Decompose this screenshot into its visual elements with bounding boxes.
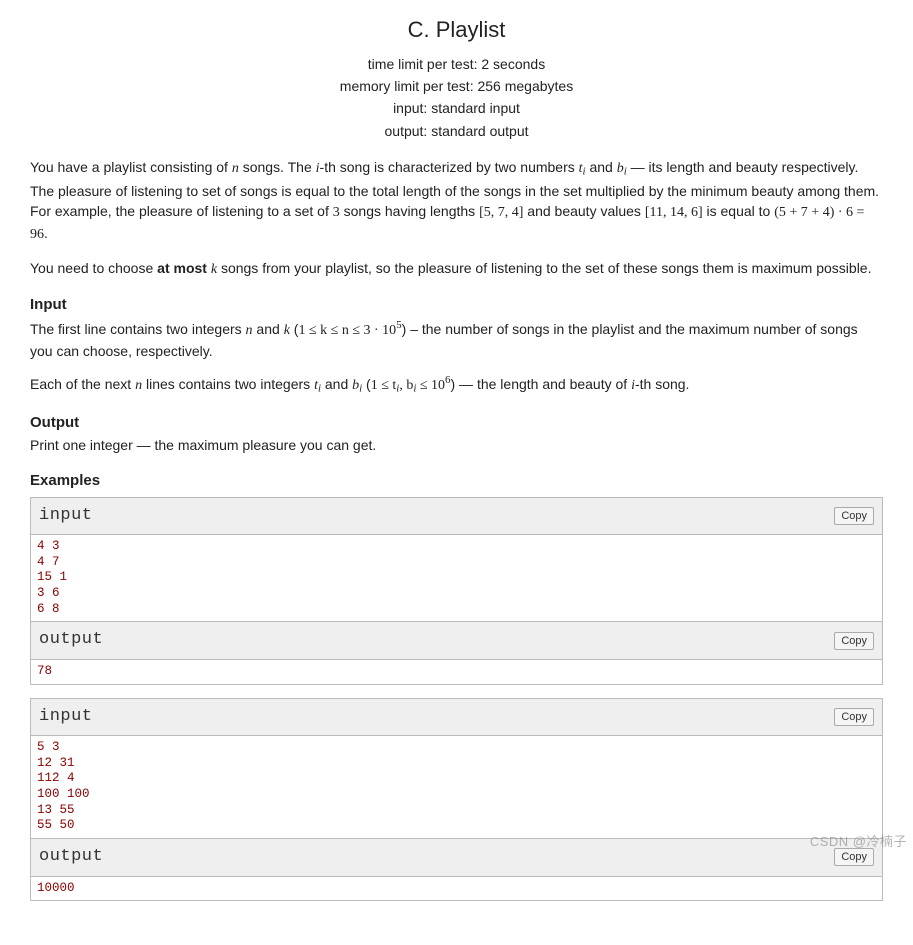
example-2: input Copy 5 3 12 31 112 4 100 100 13 55… — [30, 698, 883, 902]
example-output-content: 10000 — [31, 877, 882, 901]
input-section-title: Input — [30, 294, 883, 316]
var-ti: ti — [314, 378, 321, 393]
problem-statement: You have a playlist consisting of n song… — [30, 157, 883, 280]
var-bi: bi — [352, 378, 362, 393]
output-paragraph: Print one integer — the maximum pleasure… — [30, 435, 883, 455]
example-input-content: 4 3 4 7 15 1 3 6 6 8 — [31, 535, 882, 621]
input-label: input — [39, 705, 93, 730]
var-ti: ti — [579, 161, 586, 176]
num-3: 3 — [333, 205, 340, 220]
array-lengths: [5, 7, 4] — [479, 205, 523, 220]
copy-button[interactable]: Copy — [834, 632, 874, 650]
text: songs having lengths — [340, 203, 479, 219]
output-section-title: Output — [30, 412, 883, 434]
output-label: output — [39, 628, 103, 653]
output-file: output: standard output — [30, 121, 883, 141]
output-label: output — [39, 845, 103, 870]
array-beauty: [11, 14, 6] — [645, 205, 703, 220]
text: and — [586, 159, 617, 175]
statement-paragraph-2: You need to choose at most k songs from … — [30, 258, 883, 280]
text: ) — the length and beauty of — [451, 376, 632, 392]
input-paragraph-1: The first line contains two integers n a… — [30, 318, 883, 362]
example-input-block: input Copy 5 3 12 31 112 4 100 100 13 55… — [30, 698, 883, 839]
example-output-block: output Copy 78 — [30, 621, 883, 684]
examples-title: Examples — [30, 470, 883, 492]
text: -th song is characterized by two numbers — [320, 159, 579, 175]
text: You have a playlist consisting of — [30, 159, 232, 175]
memory-limit: memory limit per test: 256 megabytes — [30, 76, 883, 96]
text: and beauty values — [523, 203, 644, 219]
problem-title: C. Playlist — [30, 14, 883, 46]
var-n: n — [246, 323, 253, 338]
input-label: input — [39, 504, 93, 529]
copy-button[interactable]: Copy — [834, 708, 874, 726]
text: is equal to — [703, 203, 775, 219]
text: songs from your playlist, so the pleasur… — [217, 260, 871, 276]
constraint-tb: 1 ≤ ti, bi ≤ 106 — [371, 378, 451, 393]
text: You need to choose — [30, 260, 157, 276]
input-paragraph-2: Each of the next n lines contains two in… — [30, 373, 883, 398]
text: and — [253, 321, 284, 337]
text: -th song. — [635, 376, 689, 392]
example-output-block: output Copy 10000 — [30, 838, 883, 901]
input-file: input: standard input — [30, 98, 883, 118]
bold-atmost: at most — [157, 260, 211, 276]
copy-button[interactable]: Copy — [834, 848, 874, 866]
time-limit: time limit per test: 2 seconds — [30, 54, 883, 74]
text: lines contains two integers — [142, 376, 314, 392]
statement-paragraph-1: You have a playlist consisting of n song… — [30, 157, 883, 245]
text: . — [44, 225, 48, 241]
var-bi: bi — [617, 161, 627, 176]
var-n: n — [232, 161, 239, 176]
example-input-content: 5 3 12 31 112 4 100 100 13 55 55 50 — [31, 736, 882, 838]
text: ( — [362, 376, 371, 392]
example-1: input Copy 4 3 4 7 15 1 3 6 6 8 output C… — [30, 497, 883, 685]
example-output-content: 78 — [31, 660, 882, 684]
constraint-nk: 1 ≤ k ≤ n ≤ 3 · 105 — [298, 323, 401, 338]
text: songs. The — [239, 159, 316, 175]
copy-button[interactable]: Copy — [834, 507, 874, 525]
text: The first line contains two integers — [30, 321, 246, 337]
example-input-block: input Copy 4 3 4 7 15 1 3 6 6 8 — [30, 497, 883, 623]
text: and — [321, 376, 352, 392]
text: Each of the next — [30, 376, 135, 392]
